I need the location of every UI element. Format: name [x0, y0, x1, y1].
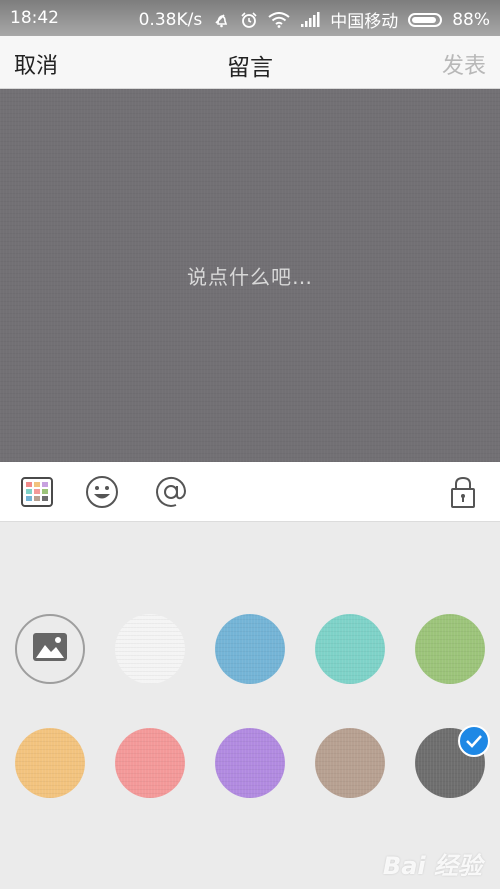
photo-background-button[interactable] [15, 614, 85, 684]
mention-icon[interactable] [153, 474, 189, 510]
background-swatch-purple[interactable] [215, 728, 285, 798]
baidu-watermark: Bai 经验 [382, 852, 482, 880]
battery-percent: 88% [452, 9, 490, 30]
background-swatch-pink[interactable] [115, 728, 185, 798]
alarm-icon [240, 11, 258, 29]
background-swatch-orange[interactable] [15, 728, 85, 798]
background-swatch-blue[interactable] [215, 614, 285, 684]
status-right-group: 0.38K/s 中国移动 88% [138, 7, 490, 33]
emoji-icon[interactable] [84, 474, 120, 510]
post-button[interactable]: 发表 [442, 48, 486, 80]
message-placeholder: 说点什么吧… [187, 265, 313, 289]
status-bar: 18:42 0.38K/s 中国移动 88% [0, 0, 500, 36]
battery-icon [408, 12, 443, 27]
carrier-name: 中国移动 [330, 12, 399, 32]
message-compose-area[interactable]: 说点什么吧… [0, 89, 500, 462]
background-swatch-white[interactable] [115, 614, 185, 684]
wifi-icon [268, 11, 290, 28]
background-picker: Bai 经验 [0, 522, 500, 889]
page-title: 留言 [227, 55, 273, 81]
background-swatch-green[interactable] [415, 614, 485, 684]
nav-bar: 取消 留言 发表 [0, 36, 500, 89]
status-time: 18:42 [10, 8, 59, 28]
network-speed: 0.38K/s [138, 9, 203, 30]
background-swatch-teal[interactable] [315, 614, 385, 684]
selected-check-icon [458, 725, 490, 757]
signal-icon [300, 11, 320, 28]
compose-toolbar [0, 462, 500, 522]
mute-icon [212, 11, 230, 29]
template-grid-icon[interactable] [19, 474, 55, 510]
lock-icon[interactable] [445, 474, 481, 510]
background-swatch-taupe[interactable] [315, 728, 385, 798]
image-icon [32, 632, 68, 666]
